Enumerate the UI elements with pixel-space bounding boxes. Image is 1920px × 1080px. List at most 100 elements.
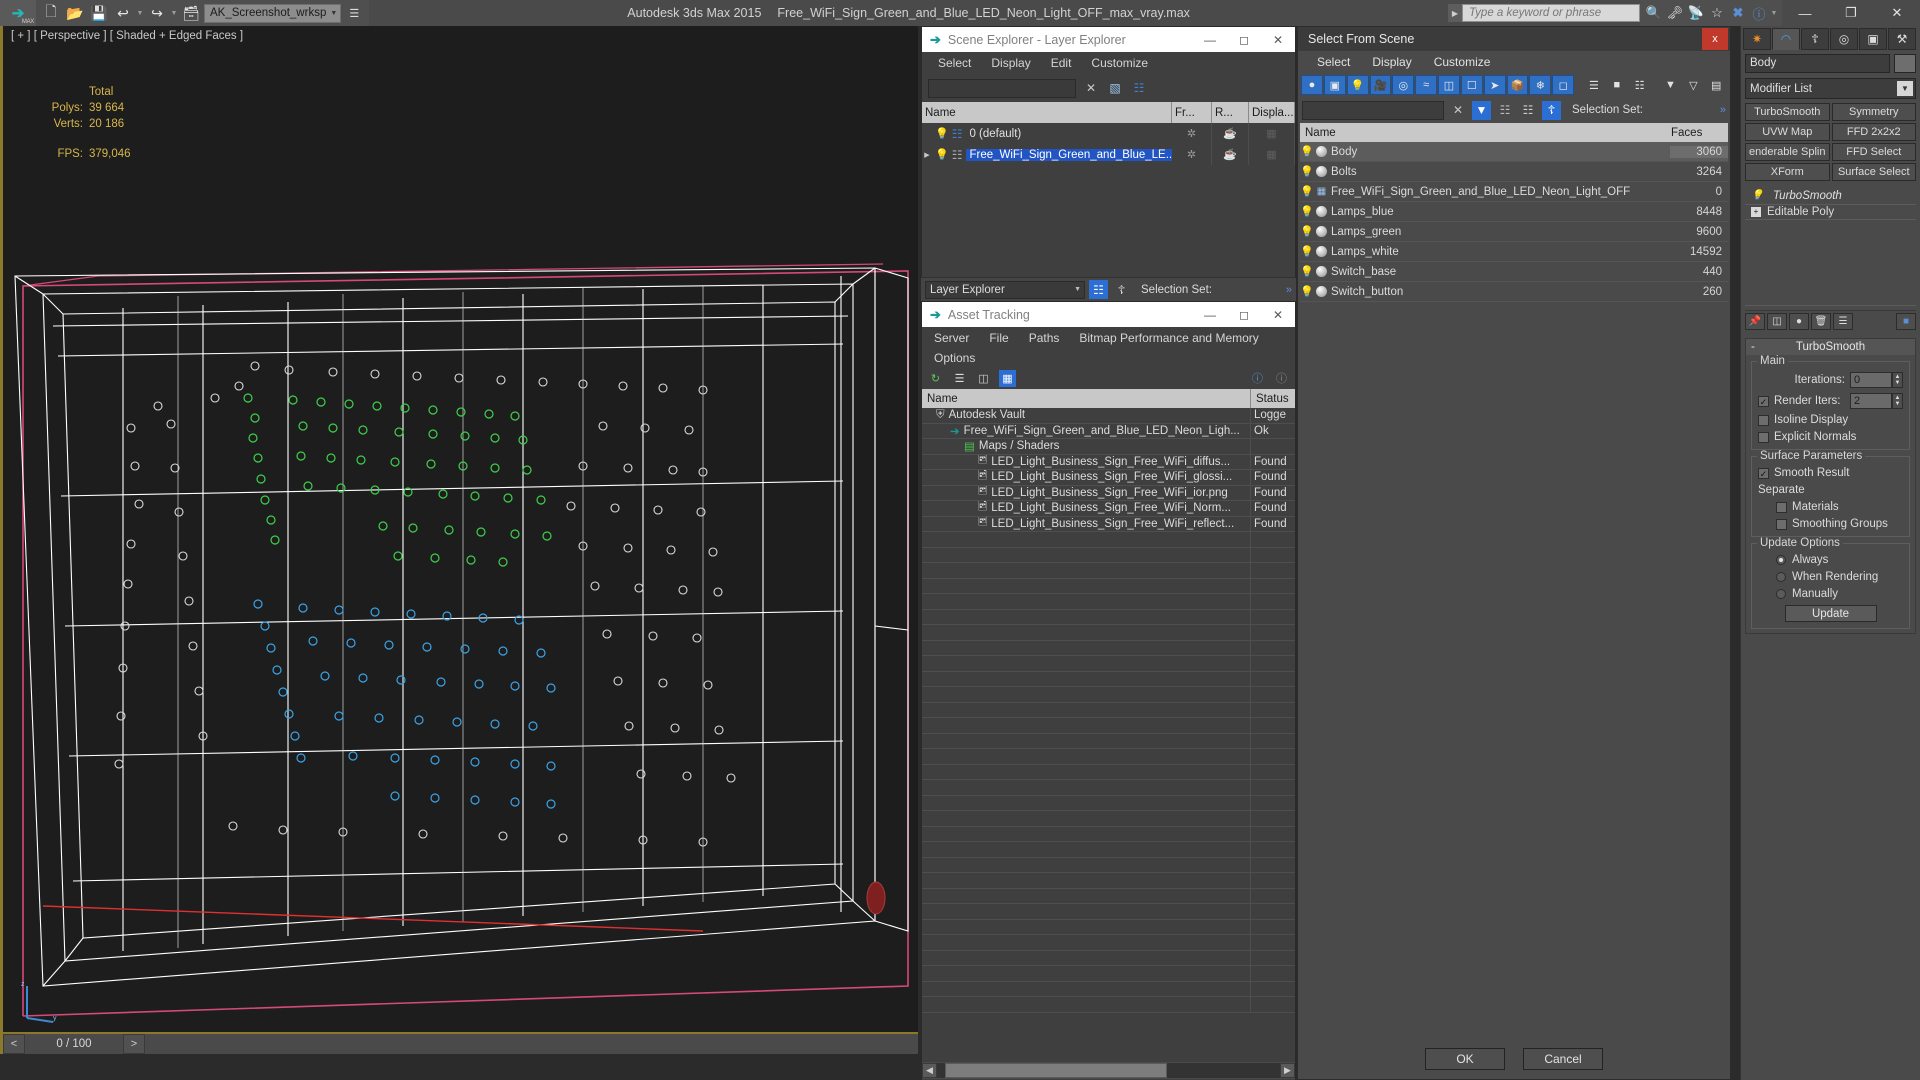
- when-rendering-radio[interactable]: [1776, 572, 1786, 582]
- qat-overflow-icon[interactable]: ☰: [343, 7, 365, 20]
- overflow-icon[interactable]: »: [1286, 284, 1292, 296]
- select-children-icon[interactable]: ▧: [1106, 79, 1124, 97]
- filter-advanced-icon[interactable]: ▽: [1682, 75, 1705, 95]
- render-iters-checkbox[interactable]: ✓: [1758, 395, 1769, 407]
- exchange-icon[interactable]: ✖: [1728, 3, 1748, 23]
- list-item[interactable]: 💡 Body 3060: [1300, 142, 1728, 162]
- asset-tracking-titlebar[interactable]: ➔ Asset Tracking — ◻ ✕: [922, 302, 1295, 327]
- menu-server[interactable]: Server: [924, 331, 979, 345]
- display-bones-icon[interactable]: ➤: [1483, 75, 1506, 95]
- menu-select[interactable]: Select: [1306, 55, 1361, 69]
- maximize-button[interactable]: ◻: [1227, 27, 1261, 52]
- freeze-icon[interactable]: ✲: [1187, 127, 1196, 140]
- modifier-button-symmetry[interactable]: Symmetry: [1831, 103, 1916, 121]
- hierarchy-tab[interactable]: ☦: [1801, 28, 1829, 50]
- rollout-header[interactable]: - TurboSmooth: [1746, 339, 1915, 355]
- select-from-scene-titlebar[interactable]: Select From Scene x: [1298, 27, 1730, 51]
- layers-icon[interactable]: ☷: [1130, 79, 1148, 97]
- menu-paths[interactable]: Paths: [1019, 331, 1070, 345]
- modifier-button-renderable-spline[interactable]: enderable Splin: [1745, 143, 1830, 161]
- list-item[interactable]: 💡 Switch_base 440: [1300, 262, 1728, 282]
- table-row[interactable]: 🖻 LED_Light_Business_Sign_Free_WiFi_ior.…: [922, 485, 1295, 501]
- restore-button[interactable]: ❐: [1828, 0, 1874, 26]
- menu-display[interactable]: Display: [981, 56, 1040, 70]
- open-file-icon[interactable]: 📂: [64, 2, 86, 24]
- object-name[interactable]: Free_WiFi_Sign_Green_and_Blue_LED_Neon_L…: [1329, 186, 1670, 198]
- expand-icon[interactable]: +: [1751, 207, 1761, 217]
- col-name[interactable]: Name: [1300, 123, 1666, 142]
- iterations-field[interactable]: 0: [1850, 372, 1892, 388]
- smooth-result-checkbox[interactable]: ✓: [1758, 467, 1769, 479]
- list-item[interactable]: 💡 Bolts 3264: [1300, 162, 1728, 182]
- light-bulb-icon[interactable]: 💡: [1300, 205, 1314, 218]
- render-teapot-icon[interactable]: ☕: [1223, 148, 1237, 161]
- col-render[interactable]: R...: [1212, 102, 1249, 123]
- asset-tracking-window[interactable]: ➔ Asset Tracking — ◻ ✕ Server File Paths…: [921, 301, 1296, 1080]
- new-file-icon[interactable]: 🗋: [40, 2, 62, 24]
- display-cameras-icon[interactable]: 🎥: [1369, 75, 1392, 95]
- object-name[interactable]: Switch_button: [1329, 286, 1670, 298]
- sort-layer-icon[interactable]: ■: [1605, 75, 1628, 95]
- list-item[interactable]: 💡 Lamps_blue 8448: [1300, 202, 1728, 222]
- menu-customize[interactable]: Customize: [1423, 55, 1502, 69]
- table-row[interactable]: ➔ Free_WiFi_Sign_Green_and_Blue_LED_Neon…: [922, 423, 1295, 439]
- display-shapes-icon[interactable]: ▣: [1323, 75, 1346, 95]
- help-icon[interactable]: ⓘ: [1749, 3, 1769, 23]
- minimize-button[interactable]: —: [1193, 27, 1227, 52]
- layer-filter-icon[interactable]: ☷: [1496, 101, 1514, 119]
- workspace-selector[interactable]: AK_Screenshot_wrksp ▼: [204, 3, 342, 23]
- display-xrefs-icon[interactable]: ☐: [1460, 75, 1483, 95]
- close-button[interactable]: x: [1702, 28, 1728, 50]
- layer-name[interactable]: Free_WiFi_Sign_Green_and_Blue_LE...: [966, 148, 1172, 161]
- table-row[interactable]: ▶ 💡 ☷ Free_WiFi_Sign_Green_and_Blue_LE..…: [922, 144, 1295, 165]
- light-bulb-icon[interactable]: 💡: [1300, 285, 1314, 298]
- object-name[interactable]: Lamps_white: [1329, 246, 1670, 258]
- minimize-button[interactable]: —: [1193, 302, 1227, 327]
- collapse-icon[interactable]: -: [1751, 341, 1755, 353]
- freeze-icon[interactable]: ✲: [1187, 148, 1196, 161]
- maximize-button[interactable]: ◻: [1227, 302, 1261, 327]
- display-box-icon[interactable]: ▦: [1266, 148, 1276, 161]
- materials-checkbox[interactable]: [1776, 501, 1787, 513]
- search-binoculars-icon[interactable]: 🔍: [1644, 3, 1664, 23]
- scroll-right-icon[interactable]: ▶: [1280, 1063, 1295, 1078]
- display-hidden-icon[interactable]: ◻: [1552, 75, 1575, 95]
- help-icon[interactable]: ⓘ: [1273, 370, 1290, 387]
- menu-display[interactable]: Display: [1361, 55, 1422, 69]
- redo-icon[interactable]: ↪: [146, 2, 168, 24]
- table-row[interactable]: ⛨ Autodesk Vault Logge: [922, 408, 1295, 424]
- undo-dropdown-icon[interactable]: ▼: [136, 10, 144, 17]
- always-radio[interactable]: [1776, 555, 1786, 565]
- col-name[interactable]: Name: [922, 102, 1172, 123]
- redo-dropdown-icon[interactable]: ▼: [170, 10, 178, 17]
- menu-select[interactable]: Select: [928, 56, 981, 70]
- layer-view-toggle[interactable]: ☷: [1089, 280, 1108, 299]
- render-iters-spinner[interactable]: ▲ ▼: [1892, 393, 1903, 409]
- light-bulb-icon[interactable]: 💡: [935, 127, 949, 140]
- save-file-icon[interactable]: 💾: [88, 2, 110, 24]
- layer-name[interactable]: 0 (default): [966, 128, 1172, 140]
- scene-object-list[interactable]: 💡 Body 3060 💡 Bolts 3264 💡 ▦ Free_WiFi_S…: [1300, 142, 1728, 302]
- create-tab[interactable]: ✷: [1743, 28, 1771, 50]
- modifier-button-ffd-select[interactable]: FFD Select: [1831, 143, 1916, 161]
- command-panel[interactable]: ✷ ◠ ☦ ◎ ▣ ⚒ Body Modifier List ▼ TurboSm…: [1740, 26, 1920, 1080]
- make-unique-icon[interactable]: ●: [1789, 313, 1809, 330]
- object-name[interactable]: Switch_base: [1329, 266, 1670, 278]
- sort-list-icon[interactable]: ☰: [1583, 75, 1605, 95]
- table-row[interactable]: 🖻 LED_Light_Business_Sign_Free_WiFi_Norm…: [922, 501, 1295, 517]
- scroll-thumb[interactable]: [945, 1063, 1167, 1078]
- perspective-viewport[interactable]: [ + ] [ Perspective ] [ Shaded + Edged F…: [0, 26, 918, 1054]
- undo-icon[interactable]: ↩: [112, 2, 134, 24]
- show-end-result-icon[interactable]: ◫: [1767, 313, 1787, 330]
- display-box-icon[interactable]: ▦: [1266, 127, 1276, 140]
- display-lights-icon[interactable]: 💡: [1346, 75, 1369, 95]
- object-name[interactable]: Bolts: [1329, 166, 1670, 178]
- menu-bitmap-performance[interactable]: Bitmap Performance and Memory: [1069, 331, 1268, 345]
- explicit-normals-checkbox[interactable]: [1758, 431, 1769, 443]
- pin-stack-icon[interactable]: 📌: [1745, 313, 1765, 330]
- list-view-icon[interactable]: ☰: [951, 370, 968, 387]
- col-faces[interactable]: Faces: [1666, 123, 1728, 142]
- scroll-left-icon[interactable]: ◀: [922, 1063, 937, 1078]
- object-name-field[interactable]: Body: [1745, 53, 1890, 73]
- display-frozen-icon[interactable]: ❄: [1529, 75, 1552, 95]
